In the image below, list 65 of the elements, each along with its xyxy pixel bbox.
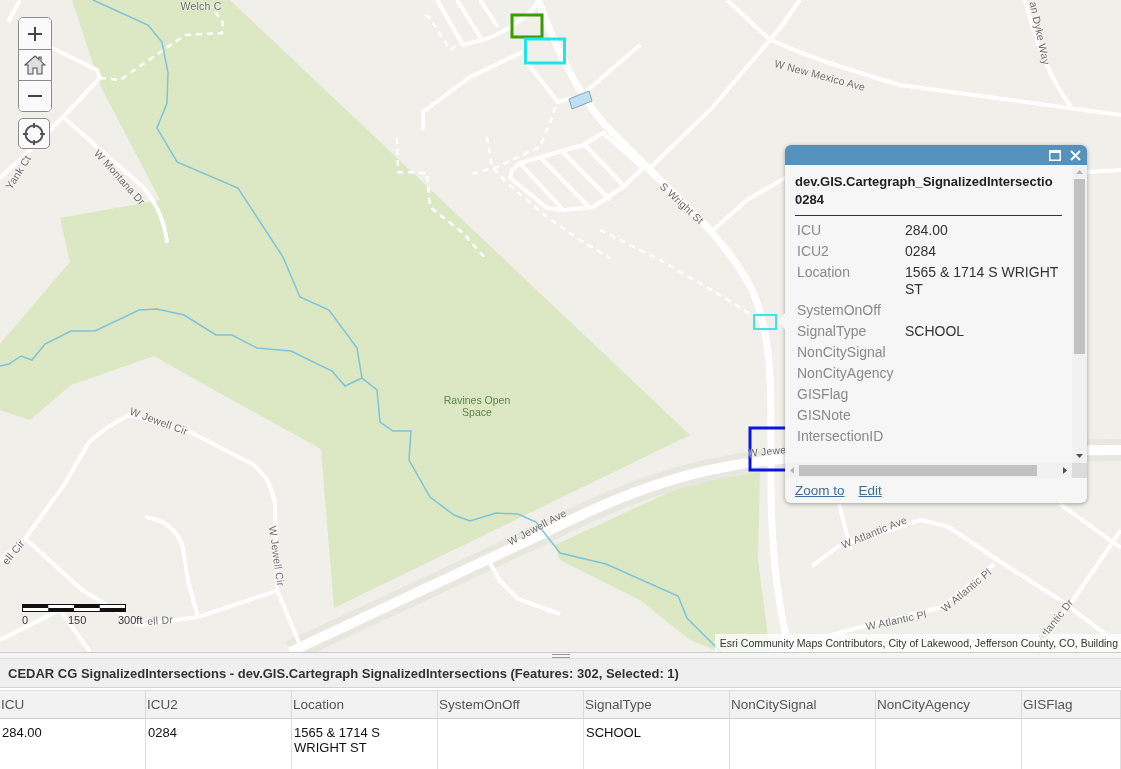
field-label: ICU2: [797, 243, 830, 260]
scrollbar-thumb[interactable]: [1074, 179, 1085, 354]
field-label: GISFlag: [797, 386, 850, 403]
field-label: SignalType: [797, 323, 868, 340]
field-label: Location: [797, 264, 851, 282]
feature-outline[interactable]: [748, 426, 785, 472]
column-header[interactable]: ICU: [0, 690, 146, 719]
column-header[interactable]: SystemOnOff: [438, 690, 584, 719]
column-header[interactable]: ICU2: [146, 690, 292, 719]
scroll-right-icon[interactable]: [1063, 467, 1067, 474]
field-label: GISNote: [797, 407, 852, 424]
scale-label: 0: [22, 614, 29, 626]
table-cell: 0284: [146, 719, 292, 769]
popup-title: dev.GIS.Cartegraph_SignalizedIntersectio 0284: [795, 173, 1054, 209]
field-value: 1565 & 1714 S WRIGHT ST: [905, 264, 1060, 298]
scroll-left-icon[interactable]: [790, 467, 794, 474]
scale-bar-icon: [22, 604, 126, 612]
zoom-out-button[interactable]: [19, 80, 51, 111]
home-icon: [24, 55, 46, 75]
crosshair-icon: [23, 122, 45, 145]
column-header[interactable]: SignalType: [584, 690, 730, 719]
street-label: W New Mexico Ave: [773, 57, 867, 93]
scale-label: 150: [68, 614, 87, 626]
minus-icon: [27, 95, 43, 97]
field-label: NonCitySignal: [797, 344, 887, 361]
street-label: W Atlantic Pl: [864, 607, 928, 633]
maximize-icon: [1049, 149, 1061, 161]
scroll-down-icon[interactable]: [1076, 454, 1083, 458]
close-button[interactable]: [1068, 148, 1082, 162]
street-label: ell Dr: [146, 613, 174, 627]
scrollbar-corner: [1072, 463, 1087, 478]
column-header[interactable]: Location: [292, 690, 438, 719]
column-header[interactable]: GISFlag: [1022, 690, 1121, 719]
resize-grip-icon[interactable]: [551, 653, 570, 658]
field-label: ICU: [797, 222, 823, 239]
street-label: Welch C: [180, 0, 222, 12]
field-label: SystemOnOff: [797, 302, 882, 319]
scroll-up-icon[interactable]: [1076, 170, 1083, 174]
table-cell: SCHOOL: [584, 719, 730, 769]
table-cell: 1565 & 1714 S WRIGHT ST: [292, 719, 438, 769]
park-label: Ravines Open Space: [442, 394, 512, 418]
horizontal-scrollbar[interactable]: [785, 463, 1072, 478]
column-header[interactable]: NonCitySignal: [730, 690, 876, 719]
vertical-scrollbar[interactable]: [1072, 165, 1087, 463]
field-value: 0284: [905, 243, 938, 260]
street-label: an Dyke Way: [1027, 0, 1053, 66]
table-title: CEDAR CG SignalizedIntersections - dev.GIS.Cartegraph SignalizedIntersections (Features: 302, Selected: 1): [0, 658, 1121, 688]
maximize-button[interactable]: [1048, 148, 1062, 162]
field-value: 284.00: [905, 222, 949, 239]
field-label: NonCityAgency: [797, 365, 895, 382]
popup-link[interactable]: Zoom to: [795, 483, 845, 498]
plus-icon: [27, 25, 43, 42]
street-label: W Jewe: [747, 443, 787, 459]
table-cell: 284.00: [0, 719, 146, 769]
field-label: IntersectionID: [797, 428, 885, 445]
street-label: ell Cir: [0, 537, 27, 567]
field-value: SCHOOL: [905, 323, 966, 340]
street-label: W Jewell Cir: [128, 404, 190, 438]
column-header[interactable]: NonCityAgency: [876, 690, 1022, 719]
popup-link[interactable]: Edit: [858, 483, 882, 498]
scrollbar-thumb[interactable]: [799, 465, 1037, 476]
street-label: W Jewell Cir: [266, 525, 288, 587]
close-icon: [1069, 149, 1081, 161]
scale-label: 300ft: [118, 614, 143, 626]
locate-button[interactable]: [18, 118, 50, 149]
